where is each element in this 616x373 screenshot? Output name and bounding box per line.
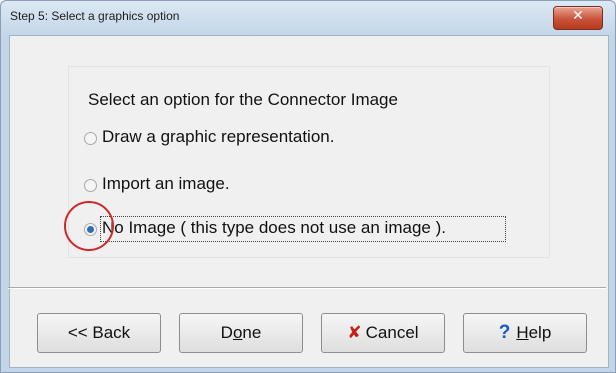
radio-label[interactable]: Import an image.	[102, 174, 230, 194]
help-button[interactable]: ? Help	[463, 313, 587, 353]
back-button[interactable]: << Back	[37, 313, 161, 353]
close-icon: ✕	[572, 8, 584, 24]
cancel-label: Cancel	[365, 323, 419, 342]
back-label: << Back	[67, 323, 131, 342]
help-label-end: elp	[528, 323, 552, 342]
title-bar[interactable]: Step 5: Select a graphics option ✕	[1, 1, 615, 35]
done-button[interactable]: Done	[179, 313, 303, 353]
close-button[interactable]: ✕	[553, 6, 603, 30]
radio-label[interactable]: Draw a graphic representation.	[102, 127, 334, 147]
window-title: Step 5: Select a graphics option	[10, 9, 180, 23]
radio-button[interactable]	[84, 132, 97, 145]
cancel-button[interactable]: ✘ Cancel	[321, 313, 445, 353]
radio-button[interactable]	[84, 179, 97, 192]
help-question-icon: ?	[498, 322, 511, 343]
help-label-accelerator: H	[516, 323, 529, 342]
cancel-x-icon: ✘	[347, 323, 362, 343]
done-label-end: ne	[242, 323, 262, 342]
done-label-start: D	[220, 323, 233, 342]
done-label-accelerator: o	[232, 323, 243, 342]
group-title: Select an option for the Connector Image	[86, 90, 400, 110]
highlight-circle-annotation	[64, 201, 114, 251]
button-separator	[8, 287, 606, 289]
radio-label[interactable]: No Image ( this type does not use an ima…	[102, 218, 446, 238]
